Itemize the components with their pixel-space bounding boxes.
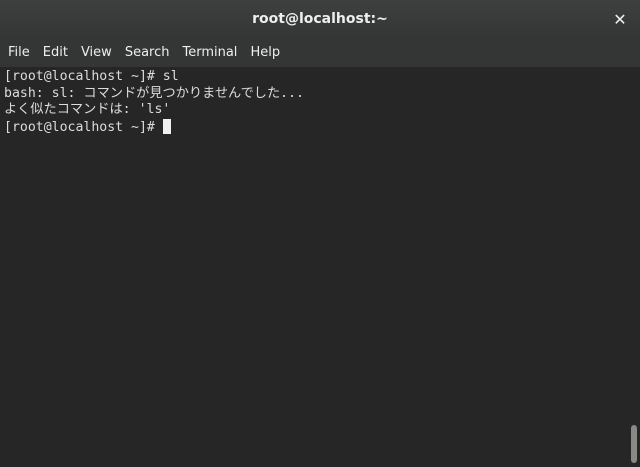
menu-view[interactable]: View	[75, 41, 118, 64]
text-cursor	[162, 118, 171, 134]
terminal-prompt-line: [root@localhost ~]#	[4, 118, 636, 136]
menu-help[interactable]: Help	[244, 41, 286, 64]
menu-bar: File Edit View Search Terminal Help	[0, 38, 640, 67]
terminal-window: root@localhost:~ ✕ File Edit View Search…	[0, 0, 640, 467]
title-bar[interactable]: root@localhost:~ ✕	[0, 0, 640, 38]
menu-file[interactable]: File	[2, 41, 36, 64]
window-title: root@localhost:~	[252, 11, 388, 27]
terminal-line: よく似たコマンドは: 'ls'	[4, 102, 171, 117]
terminal-prompt: [root@localhost ~]#	[4, 119, 155, 135]
vertical-scrollbar[interactable]	[628, 67, 640, 467]
scrollbar-thumb[interactable]	[631, 425, 637, 463]
menu-edit[interactable]: Edit	[37, 41, 74, 64]
close-icon[interactable]: ✕	[610, 9, 630, 29]
menu-terminal[interactable]: Terminal	[176, 41, 243, 64]
terminal-line: bash: sl: コマンドが見つかりませんでした...	[4, 85, 304, 101]
terminal-output[interactable]: [root@localhost ~]# sl bash: sl: コマンドが見つ…	[0, 67, 640, 467]
menu-search[interactable]: Search	[119, 41, 176, 64]
terminal-line: [root@localhost ~]# sl	[4, 69, 179, 84]
